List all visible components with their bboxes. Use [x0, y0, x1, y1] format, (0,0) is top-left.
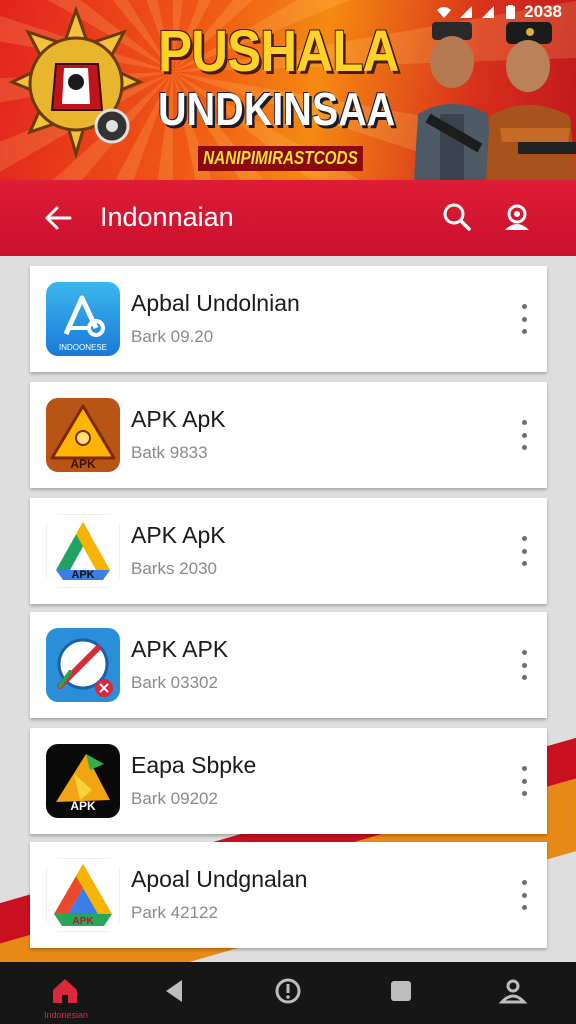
app-meta: Bark 09202 — [131, 789, 218, 808]
app-meta: Batk 9833 — [131, 443, 208, 462]
status-bar: 2038 — [436, 2, 562, 22]
signal-icon-2 — [482, 6, 495, 18]
icon-caption: APK — [71, 569, 94, 581]
app-list-item[interactable]: APK APK Bark 03302 — [30, 612, 547, 718]
app-list-item[interactable]: INDOONESE Apbal Undolnian Bark 09.20 — [30, 266, 547, 372]
more-options-icon[interactable] — [517, 420, 531, 450]
info-circle-icon[interactable] — [273, 976, 303, 1006]
back-triangle-icon[interactable] — [160, 976, 190, 1006]
person-icon[interactable] — [498, 976, 528, 1006]
app-meta: Bark 09.20 — [131, 327, 214, 346]
more-options-icon[interactable] — [517, 766, 531, 796]
black-star-apk-icon: APK — [46, 744, 120, 818]
icon-caption: APK — [70, 457, 96, 471]
app-name: APK ApK — [131, 406, 226, 432]
app-name: APK APK — [131, 636, 229, 662]
search-icon[interactable] — [442, 202, 472, 232]
wifi-icon — [437, 7, 452, 18]
banner-title: PUSHALA — [158, 19, 399, 84]
page-title: Indonnaian — [100, 202, 234, 232]
icon-caption: APK — [72, 916, 94, 927]
app-bar: Indonnaian — [0, 180, 576, 256]
more-options-icon[interactable] — [517, 304, 531, 334]
more-options-icon[interactable] — [517, 536, 531, 566]
more-options-icon[interactable] — [517, 650, 531, 680]
app-name: APK ApK — [131, 522, 226, 548]
app-name: Apbal Undolnian — [131, 290, 300, 316]
rainbow-drive-apk-icon: APK — [46, 858, 120, 932]
app-list-item[interactable]: APK Eapa Sbpke Bark 09202 — [30, 728, 547, 834]
app-list-item[interactable]: APK APK ApK Barks 2030 — [30, 498, 547, 604]
user-icon[interactable] — [502, 202, 532, 232]
signal-icon — [460, 6, 473, 18]
app-meta: Park 42122 — [131, 903, 218, 922]
app-meta: Barks 2030 — [131, 559, 217, 578]
app-name: Eapa Sbpke — [131, 752, 257, 778]
promo-banner: PUSHALA UNDKINSAA NANIPIMIRASTCODS 2038 — [0, 0, 576, 180]
back-arrow-icon[interactable] — [44, 204, 72, 232]
compass-apk-icon — [46, 628, 120, 702]
blue-a-logo-icon: INDOONESE — [46, 282, 120, 356]
banner-subtitle: NANIPIMIRASTCODS — [198, 146, 363, 171]
banner-title-secondary: UNDKINSAA — [158, 83, 396, 135]
home-icon[interactable] — [50, 976, 80, 1006]
home-label: Indonesian — [44, 1010, 89, 1020]
soldiers-illustration — [414, 22, 576, 180]
green-drive-apk-icon: APK — [46, 514, 120, 588]
icon-caption: INDOONESE — [59, 343, 107, 352]
garuda-emblem-icon — [8, 5, 144, 160]
app-list-item[interactable]: APK APK ApK Batk 9833 — [30, 382, 547, 488]
app-list-item[interactable]: APK Apoal Undgnalan Park 42122 — [30, 842, 547, 948]
app-name: Apoal Undgnalan — [131, 866, 308, 892]
status-time: 2038 — [524, 2, 562, 21]
orange-triangle-apk-icon: APK — [46, 398, 120, 472]
bottom-nav: Indonesian — [0, 962, 576, 1024]
more-options-icon[interactable] — [517, 880, 531, 910]
battery-icon — [506, 5, 516, 19]
app-meta: Bark 03302 — [131, 673, 218, 692]
recents-square-icon[interactable] — [386, 976, 416, 1006]
icon-caption: APK — [70, 799, 96, 813]
